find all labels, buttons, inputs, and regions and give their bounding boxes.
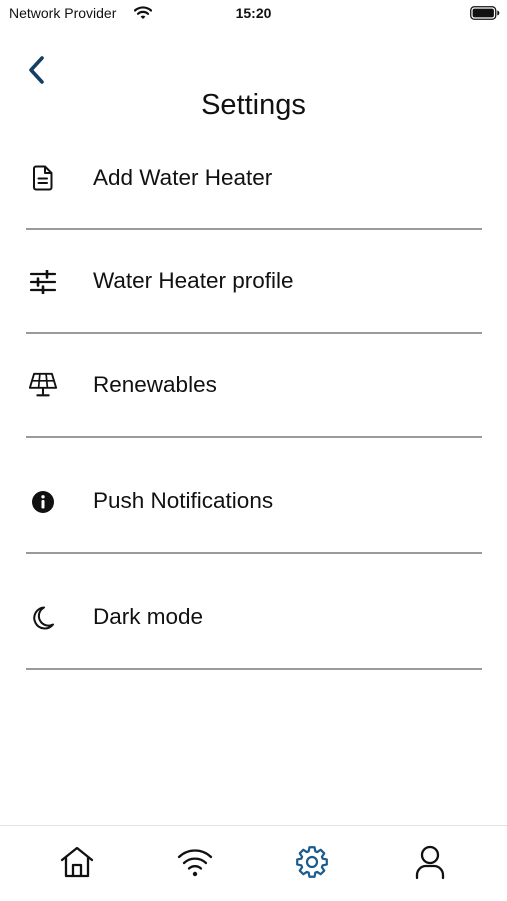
status-bar: Network Provider 15:20 [0,0,507,30]
settings-item-label: Water Heater profile [93,268,294,293]
settings-item-label: Dark mode [93,604,204,629]
moon-icon [28,603,58,633]
settings-item-label: Add Water Heater [93,165,273,190]
tab-home[interactable] [57,844,97,884]
tab-wifi[interactable] [175,844,215,884]
solar-panel-icon [28,370,58,400]
gear-icon [294,844,330,885]
settings-item-push-notifications[interactable]: Push Notifications [26,438,482,554]
settings-item-water-heater-profile[interactable]: Water Heater profile [26,230,482,334]
home-icon [59,844,95,885]
battery-full-icon [470,6,500,20]
info-icon [28,487,58,517]
document-icon [28,163,58,193]
tab-settings[interactable] [292,844,332,884]
page-title: Settings [201,89,306,121]
wifi-icon [177,846,213,883]
back-button[interactable] [22,55,52,89]
status-time: 15:20 [235,5,272,21]
tab-profile[interactable] [410,844,450,884]
settings-item-add-water-heater[interactable]: Add Water Heater [26,145,482,230]
tab-bar [0,825,507,901]
settings-item-renewables[interactable]: Renewables [26,334,482,438]
chevron-left-icon [27,55,47,90]
settings-item-label: Push Notifications [93,488,274,513]
settings-item-dark-mode[interactable]: Dark mode [26,554,482,670]
sliders-icon [28,267,58,297]
settings-item-label: Renewables [93,372,217,397]
user-icon [412,844,448,885]
